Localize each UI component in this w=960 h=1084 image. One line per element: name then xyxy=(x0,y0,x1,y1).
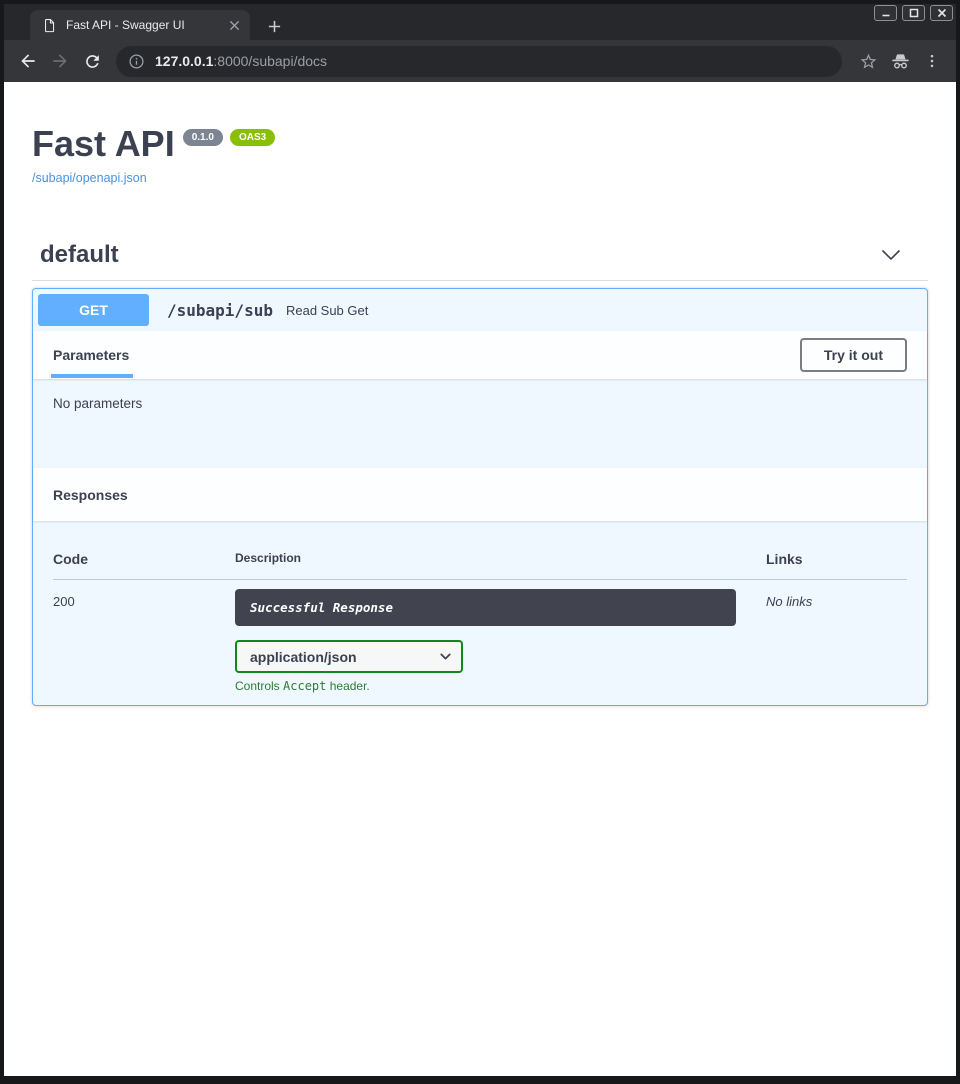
openapi-spec-link[interactable]: /subapi/openapi.json xyxy=(32,171,147,185)
api-badges: 0.1.0 OAS3 xyxy=(183,129,275,146)
operation-summary: Read Sub Get xyxy=(286,303,368,318)
media-type-select[interactable]: application/json xyxy=(235,640,463,673)
page-info-icon[interactable] xyxy=(128,53,145,70)
tab-parameters[interactable]: Parameters xyxy=(53,347,129,363)
responses-section-header: Responses xyxy=(33,468,927,521)
url-text: 127.0.0.1:8000/subapi/docs xyxy=(155,53,327,69)
opblock-summary[interactable]: GET /subapi/sub Read Sub Get xyxy=(33,289,927,331)
bookmark-star-icon[interactable] xyxy=(852,45,884,77)
chevron-down-icon[interactable] xyxy=(881,247,901,263)
method-badge-get: GET xyxy=(38,294,149,326)
accept-header-hint: Controls Accept header. xyxy=(235,679,766,693)
window-controls xyxy=(874,5,953,21)
page-favicon-icon xyxy=(42,18,57,33)
version-badge: 0.1.0 xyxy=(183,129,223,146)
oas3-badge: OAS3 xyxy=(230,129,275,146)
maximize-button[interactable] xyxy=(902,5,925,21)
responses-table-header: Code Description Links xyxy=(53,541,907,580)
address-bar[interactable]: 127.0.0.1:8000/subapi/docs xyxy=(116,46,842,77)
response-code: 200 xyxy=(53,589,235,693)
page-content: Fast API 0.1.0 OAS3 /subapi/openapi.json… xyxy=(4,82,956,1076)
tab-bar: Fast API - Swagger UI xyxy=(4,4,956,40)
tag-section-default[interactable]: default xyxy=(32,241,928,281)
response-links: No links xyxy=(766,589,907,693)
parameters-body: No parameters xyxy=(33,379,927,468)
browser-toolbar: 127.0.0.1:8000/subapi/docs xyxy=(4,40,956,82)
column-header-code: Code xyxy=(53,551,235,567)
tab-close-icon[interactable] xyxy=(226,17,242,33)
incognito-icon xyxy=(884,45,916,77)
toolbar-right xyxy=(852,45,948,77)
browser-window: Fast API - Swagger UI xyxy=(4,4,956,1076)
forward-button[interactable] xyxy=(44,45,76,77)
url-host: 127.0.0.1 xyxy=(155,53,213,69)
operation-path: /subapi/sub xyxy=(167,301,273,320)
opblock-get-subapi-sub: GET /subapi/sub Read Sub Get Parameters … xyxy=(32,288,928,706)
api-title: Fast API xyxy=(32,126,175,162)
tab-title: Fast API - Swagger UI xyxy=(66,18,226,32)
responses-heading: Responses xyxy=(53,487,128,503)
response-description: Successful Response xyxy=(235,589,736,626)
try-it-out-button[interactable]: Try it out xyxy=(800,338,907,372)
new-tab-button[interactable] xyxy=(264,16,284,36)
hint-accept-code: Accept xyxy=(283,679,326,693)
hint-suffix: header. xyxy=(326,679,369,693)
minimize-button[interactable] xyxy=(874,5,897,21)
close-button[interactable] xyxy=(930,5,953,21)
column-header-description: Description xyxy=(235,551,766,567)
no-parameters-message: No parameters xyxy=(53,396,907,411)
back-button[interactable] xyxy=(12,45,44,77)
response-description-cell: Successful Response application/json xyxy=(235,589,766,693)
responses-body: Code Description Links 200 Successful Re… xyxy=(33,521,927,705)
browser-tab[interactable]: Fast API - Swagger UI xyxy=(30,10,250,40)
tag-name: default xyxy=(40,241,119,269)
reload-button[interactable] xyxy=(76,45,108,77)
api-info: Fast API 0.1.0 OAS3 /subapi/openapi.json xyxy=(32,126,928,187)
media-type-row: application/json Controls Accept header. xyxy=(235,640,766,693)
response-row-200: 200 Successful Response application/json xyxy=(53,589,907,693)
parameters-section-header: Parameters Try it out xyxy=(33,331,927,379)
kebab-menu-icon[interactable] xyxy=(916,45,948,77)
url-path: :8000/subapi/docs xyxy=(213,53,327,69)
column-header-links: Links xyxy=(766,551,907,567)
hint-prefix: Controls xyxy=(235,679,283,693)
